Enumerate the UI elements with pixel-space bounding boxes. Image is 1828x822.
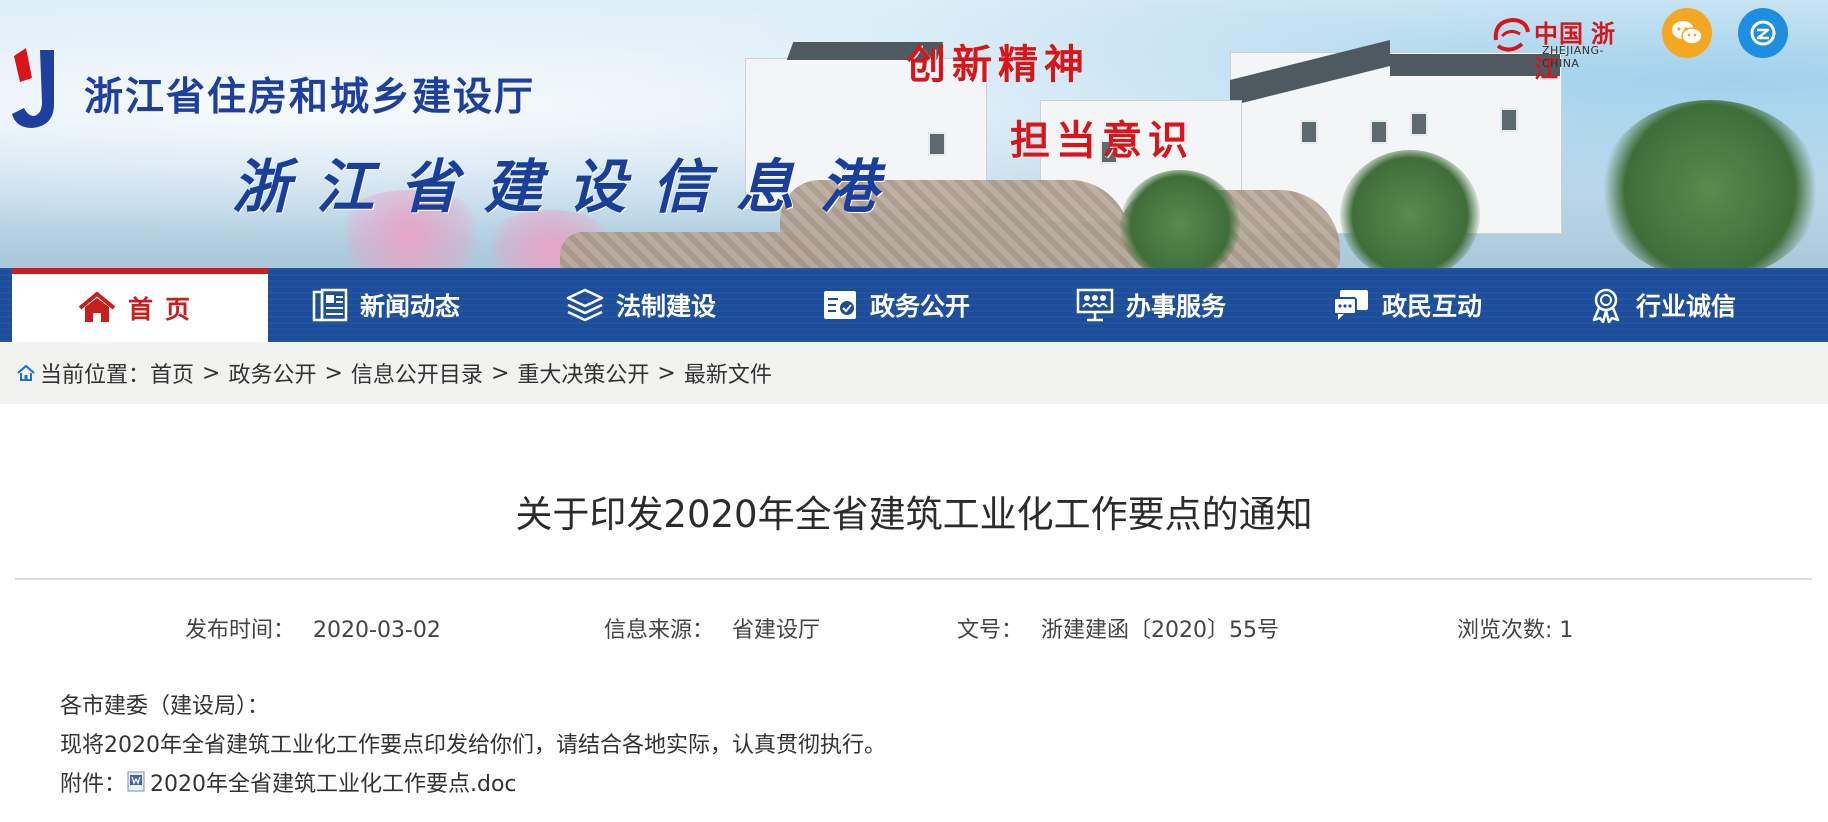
nav-item-gov-affairs[interactable]: 政务公开 <box>822 268 970 342</box>
attachment-link[interactable]: 2020年全省建筑工业化工作要点.doc <box>126 771 517 797</box>
breadcrumb-link-info-catalog[interactable]: 信息公开目录 <box>351 357 483 389</box>
meta-docno-label: 文号： <box>957 618 1024 643</box>
wechat-icon[interactable] <box>1662 8 1712 58</box>
zhejiang-logo-en: ZHEJIANG-CHINA <box>1542 44 1604 70</box>
article-greeting: 各市建委（建设局）： <box>60 694 270 719</box>
word-doc-icon <box>127 771 145 792</box>
weibo-icon[interactable] <box>1738 8 1788 58</box>
department-logo-icon <box>12 48 54 128</box>
meta-views-label: 浏览次数: <box>1457 618 1553 643</box>
nav-label: 办事服务 <box>1126 292 1227 321</box>
people-screen-icon <box>1076 288 1114 322</box>
breadcrumb-separator: > <box>657 360 676 386</box>
banner-window <box>1410 112 1428 136</box>
article-title: 关于印发2020年全省建筑工业化工作要点的通知 <box>515 493 1313 536</box>
nav-item-news[interactable]: 新闻动态 <box>312 268 460 342</box>
banner-window <box>928 132 946 156</box>
attachment-label: 附件： <box>60 772 127 797</box>
banner-window <box>1370 120 1388 144</box>
nav-item-legal[interactable]: 法制建设 <box>566 268 716 342</box>
meta-source-label: 信息来源： <box>604 618 715 643</box>
nav-label: 行业诚信 <box>1636 292 1737 321</box>
breadcrumb-separator: > <box>324 360 343 386</box>
banner-stone-wall <box>560 232 820 268</box>
breadcrumb: 当前位置： 首页 > 政务公开 > 信息公开目录 > 重大决策公开 > 最新文件 <box>0 342 1828 404</box>
nav-label: 政民互动 <box>1382 292 1483 321</box>
nav-item-services[interactable]: 办事服务 <box>1076 268 1226 342</box>
article-paragraph: 现将2020年全省建筑工业化工作要点印发给你们，请结合各地实际，认真贯彻执行。 <box>60 733 886 758</box>
badge-icon <box>1592 288 1620 323</box>
meta-docno-value: 浙建建函〔2020〕55号 <box>1041 618 1279 643</box>
meta-view-count: 浏览次数: 1 <box>1457 612 1573 644</box>
check-doc-icon <box>824 291 856 319</box>
nav-label: 首页 <box>127 295 202 324</box>
org-name: 浙江省住房和城乡建设厅 <box>84 76 536 119</box>
breadcrumb-prefix: 当前位置： <box>40 363 151 388</box>
breadcrumb-link-gov-affairs[interactable]: 政务公开 <box>228 357 316 389</box>
nav-label: 政务公开 <box>870 292 971 321</box>
banner-window <box>1500 108 1518 132</box>
meta-date-value: 2020-03-02 <box>313 618 441 643</box>
breadcrumb-separator: > <box>490 360 510 386</box>
article-attachment: 附件： 2020年全省建筑工业化工作要点.doc <box>60 766 517 798</box>
banner-tree <box>1600 100 1820 268</box>
nav-item-integrity[interactable]: 行业诚信 <box>1588 268 1736 342</box>
banner-tree <box>1340 150 1480 268</box>
meta-source-value: 省建设厅 <box>732 618 821 643</box>
slogan-responsibility: 担当意识 <box>1010 118 1194 163</box>
breadcrumb-link-major-decisions[interactable]: 重大决策公开 <box>517 357 649 389</box>
layers-icon <box>566 288 604 322</box>
meta-publish-date: 发布时间： 2020-03-02 <box>185 612 441 644</box>
breadcrumb-link-home[interactable]: 首页 <box>150 357 194 389</box>
main-nav: 首页 新闻动态 法制建设 政务公开 办事服务 政民互动 行业诚信 <box>0 268 1828 342</box>
zhejiang-china-logo[interactable]: 中国 浙江 ZHEJIANG-CHINA <box>1488 14 1640 83</box>
breadcrumb-link-latest-files[interactable]: 最新文件 <box>684 357 772 389</box>
title-divider <box>15 578 1812 580</box>
meta-date-label: 发布时间： <box>185 618 296 643</box>
meta-views-value: 1 <box>1559 618 1574 643</box>
nav-item-home[interactable]: 首页 <box>12 268 268 342</box>
header-banner: 浙江省住房和城乡建设厅 浙江省建设信息港 创新精神 担当意识 中国 浙江 ZHE… <box>0 0 1828 268</box>
breadcrumb-separator: > <box>202 360 221 386</box>
slogan-innovation: 创新精神 <box>906 42 1090 87</box>
home-icon <box>78 292 116 322</box>
nav-label: 法制建设 <box>616 292 717 321</box>
banner-window <box>1300 120 1318 144</box>
meta-doc-number: 文号： 浙建建函〔2020〕55号 <box>957 612 1279 644</box>
zhejiang-swirl-icon <box>1493 17 1530 52</box>
news-icon <box>312 288 348 322</box>
chat-icon <box>1333 290 1368 320</box>
breadcrumb-home-icon <box>17 364 35 381</box>
nav-item-interaction[interactable]: 政民互动 <box>1332 268 1482 342</box>
site-name: 浙江省建设信息港 <box>232 155 905 220</box>
attachment-filename: 2020年全省建筑工业化工作要点.doc <box>150 772 517 797</box>
nav-label: 新闻动态 <box>360 292 461 321</box>
meta-source: 信息来源： 省建设厅 <box>604 612 820 644</box>
